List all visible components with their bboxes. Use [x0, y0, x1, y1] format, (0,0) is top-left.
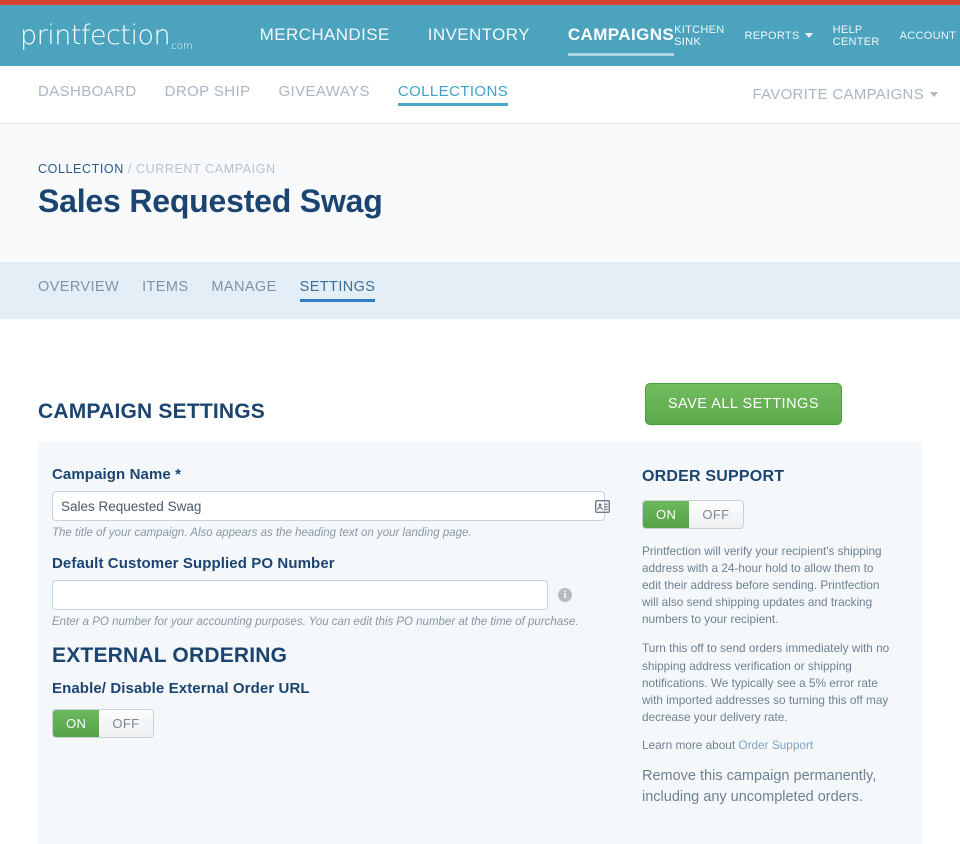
tab-settings[interactable]: SETTINGS: [299, 279, 376, 302]
nav-merchandise[interactable]: MERCHANDISE: [260, 25, 390, 47]
logo-text: printfection: [20, 20, 171, 51]
external-order-url-label: Enable/ Disable External Order URL: [52, 680, 310, 697]
subnav-collections[interactable]: COLLECTIONS: [397, 83, 509, 106]
secondary-nav: DASHBOARD DROP SHIP GIVEAWAYS COLLECTION…: [0, 66, 960, 124]
nav-account-label: ACCOUNT: [899, 29, 957, 42]
order-support-title: ORDER SUPPORT: [642, 468, 785, 485]
subnav-drop-ship[interactable]: DROP SHIP: [165, 83, 251, 106]
chevron-down-icon: [804, 33, 813, 38]
nav-help-center[interactable]: HELP CENTER: [833, 24, 880, 48]
breadcrumb-current: CURRENT CAMPAIGN: [135, 162, 276, 176]
nav-reports[interactable]: REPORTS: [745, 30, 813, 42]
order-support-learn-more: Learn more about Order Support: [642, 738, 900, 752]
remove-campaign-text: Remove this campaign permanently, includ…: [642, 767, 877, 805]
campaign-settings-title: CAMPAIGN SETTINGS: [38, 400, 266, 423]
tab-manage[interactable]: MANAGE: [211, 279, 276, 302]
contact-card-icon[interactable]: [595, 499, 610, 513]
primary-nav: MERCHANDISE INVENTORY CAMPAIGNS: [260, 25, 675, 56]
campaign-name-label: Campaign Name *: [52, 466, 182, 483]
nav-kitchen-sink-label: KITCHEN SINK: [674, 23, 725, 48]
order-support-paragraph-2: Turn this off to send orders immediately…: [642, 641, 890, 724]
printfection-logo[interactable]: printfection.com: [20, 20, 195, 52]
order-support-link[interactable]: Order Support: [738, 738, 813, 752]
campaign-tabs: OVERVIEW ITEMS MANAGE SETTINGS: [0, 262, 960, 319]
order-support-toggle-on[interactable]: ON: [643, 501, 690, 528]
campaign-tabs-list: OVERVIEW ITEMS MANAGE SETTINGS: [38, 279, 376, 302]
save-all-settings-button[interactable]: SAVE ALL SETTINGS: [644, 383, 842, 425]
po-number-helper: Enter a PO number for your accounting pu…: [52, 616, 579, 628]
nav-inventory[interactable]: INVENTORY: [428, 25, 530, 47]
secondary-nav-items: DASHBOARD DROP SHIP GIVEAWAYS COLLECTION…: [38, 83, 509, 106]
settings-left-column: Campaign Name * The title of your campai…: [38, 462, 638, 820]
nav-account[interactable]: ACCOUNT: [900, 30, 960, 42]
tab-overview[interactable]: OVERVIEW: [38, 279, 119, 302]
nav-kitchen-sink[interactable]: KITCHEN SINK: [674, 24, 724, 48]
po-number-input[interactable]: [52, 580, 548, 610]
nav-campaigns[interactable]: CAMPAIGNS: [567, 25, 675, 56]
learn-more-prefix: Learn more about: [642, 737, 739, 752]
breadcrumb-separator: /: [127, 162, 132, 176]
settings-header-row: CAMPAIGN SETTINGS SAVE ALL SETTINGS: [38, 319, 922, 442]
settings-panel: Campaign Name * The title of your campai…: [38, 442, 922, 844]
campaign-name-input[interactable]: [52, 491, 605, 521]
external-order-url-toggle-off[interactable]: OFF: [99, 710, 153, 737]
utility-nav: KITCHEN SINK REPORTS HELP CENTER ACCOUNT: [674, 24, 960, 48]
subnav-giveaways[interactable]: GIVEAWAYS: [278, 83, 369, 106]
order-support-toggle[interactable]: ON OFF: [642, 500, 744, 529]
po-number-label: Default Customer Supplied PO Number: [52, 555, 335, 572]
campaign-name-helper: The title of your campaign. Also appears…: [52, 527, 472, 539]
page-title-band: COLLECTION / CURRENT CAMPAIGN Sales Reques…: [0, 124, 960, 262]
external-order-url-toggle-on[interactable]: ON: [53, 710, 100, 737]
chevron-down-icon: [930, 92, 938, 97]
order-support-toggle-off[interactable]: OFF: [689, 501, 743, 528]
nav-reports-label: REPORTS: [744, 29, 800, 42]
order-support-paragraph-1: Printfection will verify your recipient'…: [642, 544, 882, 627]
breadcrumb: COLLECTION / CURRENT CAMPAIGN: [38, 162, 922, 176]
nav-help-center-label: HELP CENTER: [832, 23, 880, 48]
logo-dotcom: .com: [168, 41, 193, 52]
subnav-dashboard[interactable]: DASHBOARD: [38, 83, 137, 106]
external-ordering-title: EXTERNAL ORDERING: [52, 644, 288, 667]
settings-right-column: ORDER SUPPORT ON OFF Printfection will v…: [638, 462, 922, 820]
main-content: CAMPAIGN SETTINGS SAVE ALL SETTINGS Camp…: [0, 319, 960, 844]
tab-items[interactable]: ITEMS: [142, 279, 188, 302]
main-header: printfection.com MERCHANDISE INVENTORY C…: [0, 5, 960, 66]
favorite-campaigns-label: FAVORITE CAMPAIGNS: [752, 86, 924, 103]
po-number-field-wrap: i: [52, 580, 620, 610]
breadcrumb-collection[interactable]: COLLECTION: [38, 162, 124, 176]
favorite-campaigns-dropdown[interactable]: FAVORITE CAMPAIGNS: [752, 86, 938, 103]
campaign-name-field-wrap: [52, 491, 620, 521]
page-title: Sales Requested Swag: [38, 183, 383, 219]
info-icon[interactable]: i: [558, 588, 572, 602]
